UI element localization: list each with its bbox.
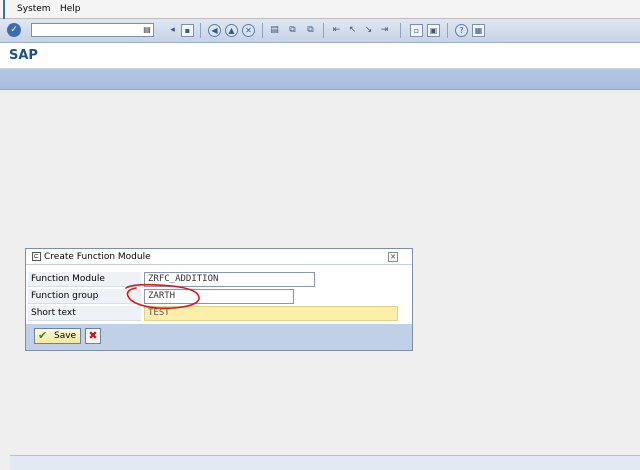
red-annotation-circle [125, 283, 200, 309]
status-bar [10, 455, 640, 470]
